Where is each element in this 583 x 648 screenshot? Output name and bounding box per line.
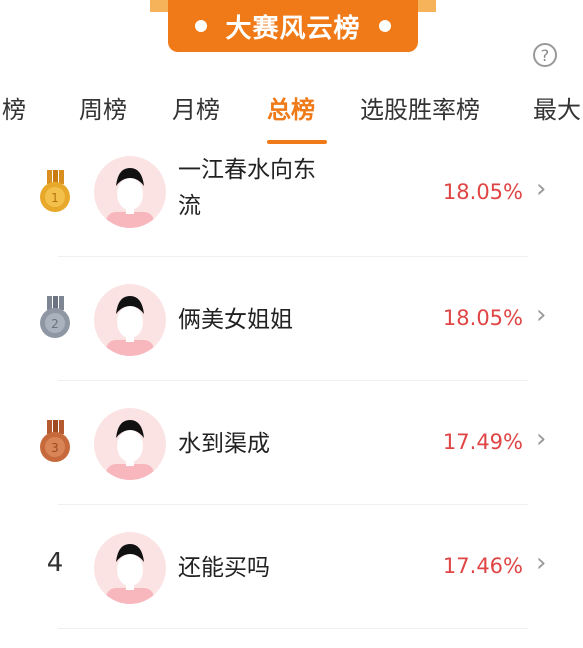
user-name: 水到渠成	[178, 431, 270, 457]
list-item[interactable]: 2 俩美女姐姐 18.05% ›	[0, 274, 583, 394]
return-percent: 18.05%	[442, 306, 523, 330]
list-item[interactable]: 3 水到渠成 17.49% ›	[0, 398, 583, 518]
banner: 大赛风云榜	[0, 0, 583, 60]
return-percent: 17.49%	[442, 430, 523, 454]
avatar[interactable]	[94, 408, 166, 480]
tab-weekly[interactable]: 周榜	[79, 90, 127, 125]
user-name: 俩美女姐姐	[178, 307, 293, 333]
dot-icon	[195, 20, 208, 32]
list-item[interactable]: 4 还能买吗 17.46% ›	[0, 522, 583, 642]
user-name: 一江春水向东 流	[178, 152, 316, 224]
chevron-right-icon[interactable]: ›	[536, 548, 546, 578]
banner-title: 大赛风云榜	[225, 13, 361, 44]
dot-icon	[378, 20, 391, 32]
silver-medal-icon: 2	[40, 296, 70, 338]
chevron-right-icon[interactable]: ›	[536, 300, 546, 330]
active-tab-indicator	[267, 140, 327, 144]
rank-number: 4	[46, 548, 64, 578]
avatar[interactable]	[94, 284, 166, 356]
divider	[58, 256, 528, 257]
return-percent: 17.46%	[442, 554, 523, 578]
chevron-right-icon[interactable]: ›	[536, 424, 546, 454]
avatar[interactable]	[94, 156, 166, 228]
svg-text:3: 3	[51, 441, 59, 455]
divider	[58, 628, 528, 629]
user-name-line2: 流	[178, 193, 201, 219]
avatar[interactable]	[94, 532, 166, 604]
tab-bar: 日榜 周榜 月榜 总榜 选股胜率榜 最大	[0, 90, 583, 140]
svg-text:1: 1	[51, 191, 59, 205]
chevron-right-icon[interactable]: ›	[536, 174, 546, 204]
tab-daily[interactable]: 日榜	[0, 90, 26, 125]
banner-right-wing	[418, 0, 436, 12]
divider	[58, 504, 528, 505]
svg-text:2: 2	[51, 317, 59, 331]
tab-overall[interactable]: 总榜	[267, 90, 315, 125]
list-item[interactable]: 1 一江春水向东 流 18.05% ›	[0, 150, 583, 270]
tab-monthly[interactable]: 月榜	[172, 90, 220, 125]
banner-left-wing	[150, 0, 168, 12]
bronze-medal-icon: 3	[40, 420, 70, 462]
divider	[58, 380, 528, 381]
user-name-line1: 一江春水向东	[178, 157, 316, 183]
tab-win-rate[interactable]: 选股胜率榜	[360, 90, 480, 125]
tab-max[interactable]: 最大	[533, 90, 581, 125]
banner-title-box: 大赛风云榜	[168, 0, 418, 52]
gold-medal-icon: 1	[40, 170, 70, 212]
user-name: 还能买吗	[178, 555, 270, 581]
return-percent: 18.05%	[442, 180, 523, 204]
help-icon[interactable]: ?	[533, 43, 557, 67]
